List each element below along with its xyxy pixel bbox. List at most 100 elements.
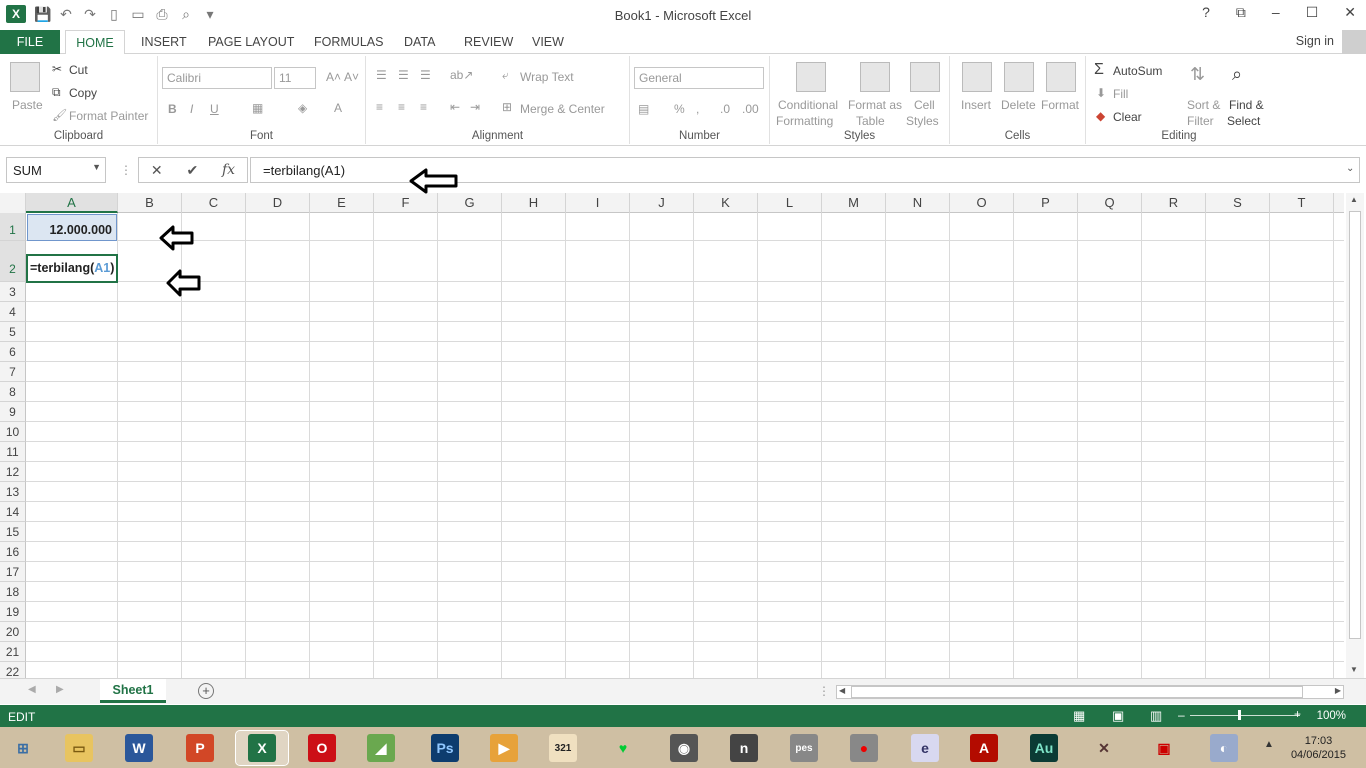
paste-button[interactable]: Paste: [12, 98, 43, 112]
row-header-14[interactable]: 14: [0, 502, 26, 522]
column-header-l[interactable]: L: [758, 193, 822, 213]
help-icon[interactable]: ?: [1202, 4, 1210, 21]
column-header-c[interactable]: C: [182, 193, 246, 213]
column-header-f[interactable]: F: [374, 193, 438, 213]
row-header-16[interactable]: 16: [0, 542, 26, 562]
insert-function-icon[interactable]: fx: [222, 162, 235, 178]
tray-expand-icon[interactable]: ▲: [1264, 739, 1274, 750]
column-header-n[interactable]: N: [886, 193, 950, 213]
taskbar-excel-icon[interactable]: X: [235, 730, 289, 766]
taskbar-audition-icon[interactable]: Au: [1027, 731, 1061, 765]
zoom-slider[interactable]: [1190, 715, 1300, 716]
zoom-out-icon[interactable]: –: [1178, 708, 1185, 722]
wrap-text-icon[interactable]: ⤶: [502, 68, 509, 83]
fill-button[interactable]: Fill: [1113, 87, 1128, 101]
scroll-down-icon[interactable]: ▼: [1350, 665, 1358, 674]
comma-style-icon[interactable]: ,: [696, 102, 699, 116]
taskbar-photoshop-icon[interactable]: Ps: [428, 731, 462, 765]
column-header-t[interactable]: T: [1270, 193, 1334, 213]
taskbar-corel-icon[interactable]: ◢: [364, 731, 398, 765]
prev-sheet-icon[interactable]: ◀: [28, 684, 36, 695]
row-header-3[interactable]: 3: [0, 282, 26, 302]
cancel-icon[interactable]: ✕: [151, 162, 163, 179]
tab-page-layout[interactable]: PAGE LAYOUT: [208, 30, 294, 54]
row-header-19[interactable]: 19: [0, 602, 26, 622]
row-header-2[interactable]: 2: [0, 241, 26, 282]
taskbar-file-explorer-icon[interactable]: ▭: [62, 731, 96, 765]
row-header-22[interactable]: 22: [0, 662, 26, 678]
format-cells-button[interactable]: Format: [1041, 98, 1079, 112]
column-header-a[interactable]: A: [26, 193, 118, 213]
taskbar-emis-icon[interactable]: e: [908, 731, 942, 765]
increase-indent-icon[interactable]: ⇥: [470, 100, 480, 114]
taskbar-paint-app-icon[interactable]: ◐: [1207, 731, 1241, 765]
cell-styles-icon[interactable]: [910, 62, 940, 92]
worksheet-grid[interactable]: ABCDEFGHIJKLMNOPQRST 1 2 3 4 5 6 7 8 9 10 11 12 13 14…: [0, 193, 1344, 678]
taskbar-acrobat-icon[interactable]: A: [967, 731, 1001, 765]
scroll-up-icon[interactable]: ▲: [1350, 195, 1358, 204]
scroll-left-icon[interactable]: ◀: [839, 686, 845, 695]
taskbar-camera-app-icon[interactable]: ◉: [667, 731, 701, 765]
taskbar-word-icon[interactable]: W: [122, 731, 156, 765]
cell-a1[interactable]: 12.000.000: [27, 214, 117, 241]
row-header-11[interactable]: 11: [0, 442, 26, 462]
enter-check-icon[interactable]: ✔: [186, 162, 198, 179]
column-header-e[interactable]: E: [310, 193, 374, 213]
cut-button[interactable]: Cut: [69, 63, 88, 77]
format-as-table-button[interactable]: Format as: [848, 98, 902, 112]
paste-icon[interactable]: [10, 62, 40, 92]
format-painter-button[interactable]: Format Painter: [69, 109, 148, 123]
taskbar-record-app-icon[interactable]: ●: [847, 731, 881, 765]
taskbar-powerpoint-icon[interactable]: P: [183, 731, 217, 765]
row-header-6[interactable]: 6: [0, 342, 26, 362]
align-center-icon[interactable]: ≡: [398, 100, 405, 114]
row-header-12[interactable]: 12: [0, 462, 26, 482]
column-header-d[interactable]: D: [246, 193, 310, 213]
wrap-text-button[interactable]: Wrap Text: [520, 70, 574, 84]
autosum-button[interactable]: AutoSum: [1113, 64, 1162, 78]
row-header-15[interactable]: 15: [0, 522, 26, 542]
font-color-icon[interactable]: A: [334, 101, 342, 115]
sort-filter-button[interactable]: Sort &: [1187, 98, 1220, 112]
clear-button[interactable]: Clear: [1113, 110, 1142, 124]
fill-icon[interactable]: ⬇: [1096, 86, 1106, 100]
close-icon[interactable]: ✕: [1344, 4, 1356, 21]
zoom-level[interactable]: 100%: [1317, 710, 1346, 722]
clock[interactable]: 17:03 04/06/2015: [1291, 734, 1346, 762]
borders-icon[interactable]: ▦: [252, 101, 263, 115]
row-header-9[interactable]: 9: [0, 402, 26, 422]
delete-cells-icon[interactable]: [1004, 62, 1034, 92]
tab-review[interactable]: REVIEW: [464, 30, 513, 54]
align-right-icon[interactable]: ≡: [420, 100, 427, 114]
conditional-formatting-label2[interactable]: Formatting: [776, 114, 833, 128]
scroll-right-icon[interactable]: ▶: [1335, 686, 1341, 695]
align-middle-icon[interactable]: ☰: [398, 68, 409, 82]
taskbar-pes-galaxy-icon[interactable]: pes: [787, 731, 821, 765]
taskbar-heart-app-icon[interactable]: ♥: [606, 731, 640, 765]
clear-icon[interactable]: ◆: [1096, 109, 1105, 123]
sign-in-link[interactable]: Sign in: [1296, 34, 1334, 48]
sort-filter-label2[interactable]: Filter: [1187, 114, 1214, 128]
taskbar-network-app-icon[interactable]: ▣: [1147, 731, 1181, 765]
find-select-button[interactable]: Find &: [1229, 98, 1264, 112]
column-header-r[interactable]: R: [1142, 193, 1206, 213]
italic-button[interactable]: I: [190, 102, 193, 116]
column-header-h[interactable]: H: [502, 193, 566, 213]
row-header-21[interactable]: 21: [0, 642, 26, 662]
zoom-in-icon[interactable]: +: [1294, 707, 1301, 721]
font-size-select[interactable]: 11: [274, 67, 316, 89]
shrink-font-icon[interactable]: A˅: [344, 70, 359, 84]
tab-insert[interactable]: INSERT: [141, 30, 187, 54]
select-all-corner[interactable]: [0, 193, 26, 213]
copy-button[interactable]: Copy: [69, 86, 97, 100]
row-header-17[interactable]: 17: [0, 562, 26, 582]
copy-icon[interactable]: ⧉: [52, 85, 61, 100]
delete-cells-button[interactable]: Delete: [1001, 98, 1036, 112]
underline-button[interactable]: U: [210, 102, 219, 116]
orientation-icon[interactable]: ab↗: [450, 68, 473, 82]
grow-font-icon[interactable]: A˄: [326, 70, 341, 84]
percent-button[interactable]: %: [674, 102, 685, 116]
taskbar-opera-icon[interactable]: O: [305, 731, 339, 765]
column-header-k[interactable]: K: [694, 193, 758, 213]
fill-color-icon[interactable]: ◈: [298, 101, 307, 115]
